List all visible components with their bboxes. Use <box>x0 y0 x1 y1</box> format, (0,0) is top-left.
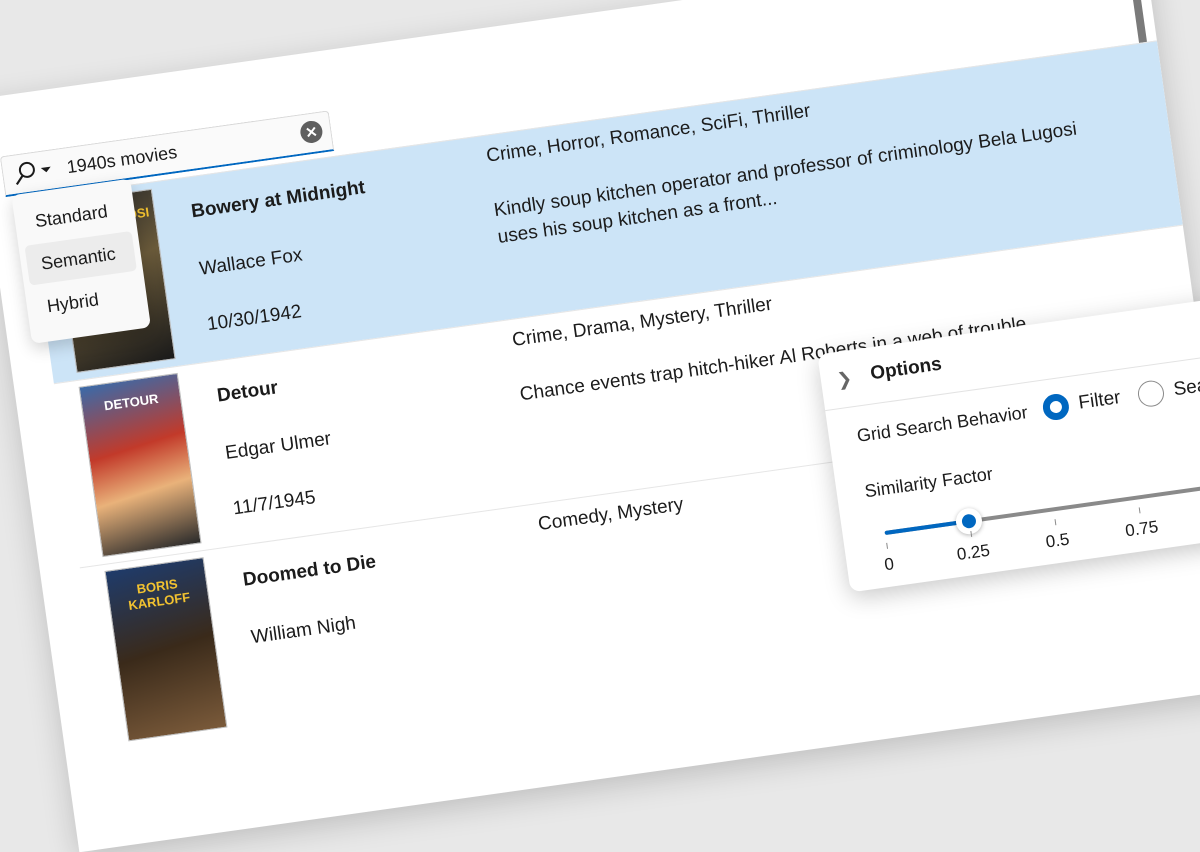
movie-date: 10/30/1942 <box>205 301 303 336</box>
search-mode-button[interactable] <box>8 155 61 190</box>
movie-director: Wallace Fox <box>197 244 304 280</box>
slider-tick <box>1138 507 1141 514</box>
poster-title: DETOUR <box>103 390 160 414</box>
slider-thumb[interactable] <box>954 506 984 536</box>
slider-tick-label: 0 <box>883 554 896 575</box>
movie-title: Doomed to Die <box>241 551 378 591</box>
similarity-factor-label: Similarity Factor <box>863 463 994 502</box>
slider-tick <box>1054 519 1057 526</box>
slider-tick-label: 0.25 <box>955 540 992 565</box>
movie-director: William Nigh <box>249 612 358 649</box>
movie-title: Bowery at Midnight <box>189 177 367 223</box>
search-mode-menu: Standard Semantic Hybrid <box>11 178 152 344</box>
movie-date: 11/7/1945 <box>231 487 317 520</box>
radio-search-label: Search <box>1172 371 1200 401</box>
movie-poster: BORIS KARLOFF <box>104 557 228 742</box>
movie-genre: Crime, Horror, Romance, SciFi, Thriller <box>485 100 812 167</box>
slider-tick-label: 0.75 <box>1123 517 1160 541</box>
movie-title: Detour <box>215 377 280 407</box>
slider-tick <box>886 542 889 549</box>
movie-director: Edgar Ulmer <box>223 428 333 464</box>
movie-genre: Comedy, Mystery <box>536 493 685 536</box>
grid-search-behavior-label: Grid Search Behavior <box>855 402 1029 446</box>
magnifier-icon <box>15 161 51 186</box>
movie-poster: DETOUR <box>78 372 202 558</box>
poster-title: BORIS KARLOFF <box>127 576 192 613</box>
radio-filter-label: Filter <box>1077 387 1122 414</box>
radio-filter[interactable] <box>1041 392 1071 422</box>
options-title: Options <box>869 353 944 385</box>
slider-tick-label: 0.5 <box>1044 529 1071 552</box>
chevron-right-icon[interactable]: ❯ <box>836 368 854 391</box>
clear-search-button[interactable] <box>298 119 324 145</box>
radio-search[interactable] <box>1136 378 1166 409</box>
clear-circle-icon <box>306 126 317 138</box>
